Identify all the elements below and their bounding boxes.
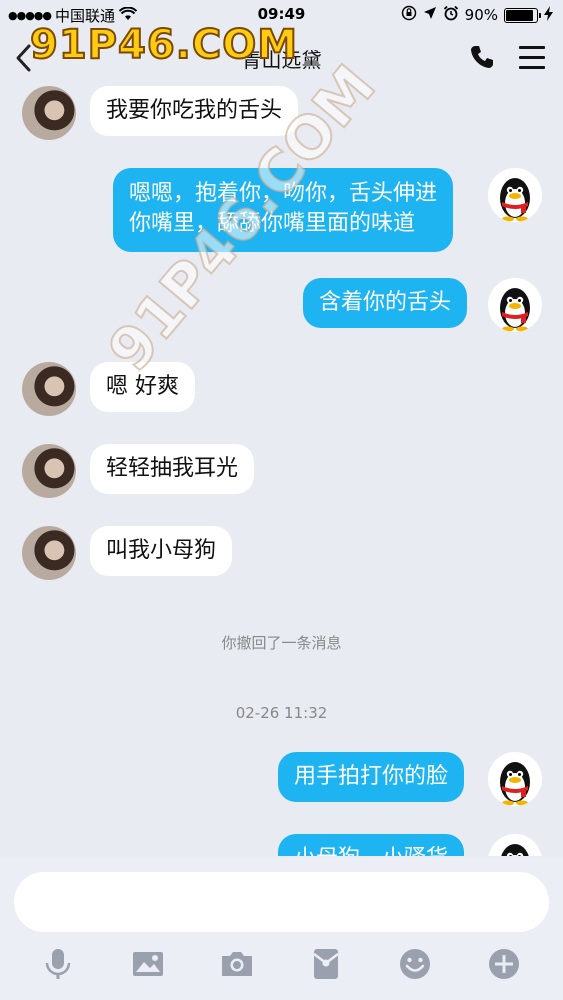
outgoing-message[interactable]: 含着你的舌头 xyxy=(303,278,468,328)
battery-icon xyxy=(504,7,541,23)
camera-icon[interactable] xyxy=(219,946,255,982)
incoming-message[interactable]: 轻轻抽我耳光 xyxy=(90,444,255,494)
battery-percent: 90% xyxy=(464,6,498,24)
my-avatar[interactable] xyxy=(488,834,542,856)
phone-icon xyxy=(471,46,493,68)
recall-notice: 你撤回了一条消息 xyxy=(221,634,342,652)
plus-icon[interactable] xyxy=(486,946,522,982)
image-icon[interactable] xyxy=(130,946,166,982)
red-packet-icon[interactable] xyxy=(308,946,344,982)
outgoing-message[interactable]: 用手拍打你的脸 xyxy=(278,752,465,802)
contact-avatar[interactable] xyxy=(22,444,76,498)
rotation-lock-icon xyxy=(401,5,417,25)
watermark-logo: 91P46.COM xyxy=(29,21,299,69)
outgoing-message[interactable]: 小母狗，小骚货 xyxy=(278,834,465,856)
incoming-message[interactable]: 我要你吃我的舌头 xyxy=(90,86,299,136)
input-toolbar xyxy=(0,946,563,986)
my-avatar[interactable] xyxy=(488,752,542,806)
microphone-icon[interactable] xyxy=(40,946,76,982)
charging-bolt-icon xyxy=(544,5,553,25)
alarm-icon xyxy=(443,5,459,25)
my-avatar[interactable] xyxy=(488,278,542,332)
menu-button[interactable] xyxy=(519,46,545,70)
input-area xyxy=(0,858,563,1000)
contact-avatar[interactable] xyxy=(22,526,76,580)
phone-call-button[interactable] xyxy=(469,44,497,72)
incoming-message[interactable]: 叫我小母狗 xyxy=(90,526,233,576)
menu-icon xyxy=(519,46,545,69)
location-arrow-icon xyxy=(423,6,437,24)
my-avatar[interactable] xyxy=(488,168,542,222)
emoji-icon[interactable] xyxy=(397,946,433,982)
contact-avatar[interactable] xyxy=(22,362,76,416)
contact-avatar[interactable] xyxy=(22,86,76,140)
timestamp: 02-26 11:32 xyxy=(235,704,328,722)
message-input[interactable] xyxy=(14,872,549,932)
